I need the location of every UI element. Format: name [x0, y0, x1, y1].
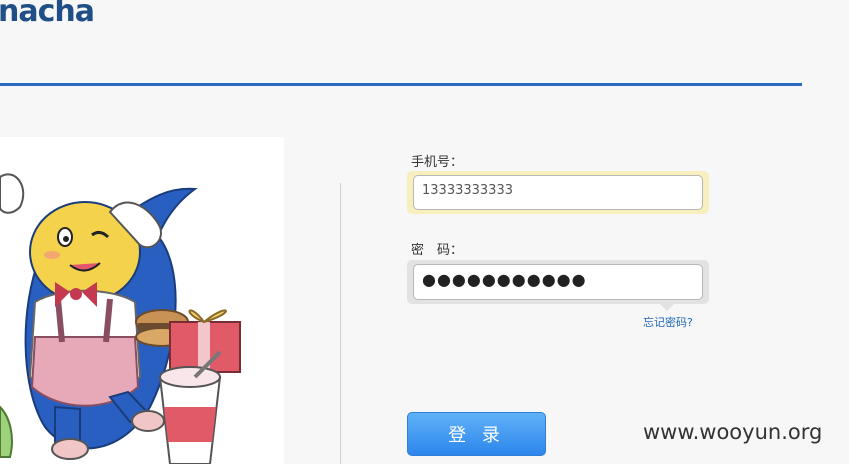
- phone-field-wrapper: 13333333333: [407, 171, 709, 214]
- forgot-password-link[interactable]: 忘记密码?: [643, 314, 693, 330]
- login-button[interactable]: 登 录: [407, 412, 546, 456]
- watermark-text: www.wooyun.org: [643, 420, 823, 444]
- header-divider: [0, 83, 802, 86]
- vertical-divider: [340, 183, 341, 464]
- mascot-illustration: [0, 137, 284, 464]
- tooltip-tail: [660, 304, 674, 311]
- password-input[interactable]: ●●●●●●●●●●●: [413, 264, 703, 300]
- phone-label: 手机号：: [411, 155, 464, 170]
- password-label: 密 码：: [411, 243, 464, 258]
- site-logo[interactable]: nacha: [0, 0, 95, 29]
- password-field-wrapper: ●●●●●●●●●●●: [407, 260, 709, 304]
- phone-input[interactable]: 13333333333: [413, 175, 703, 210]
- mascot-art: [0, 173, 241, 464]
